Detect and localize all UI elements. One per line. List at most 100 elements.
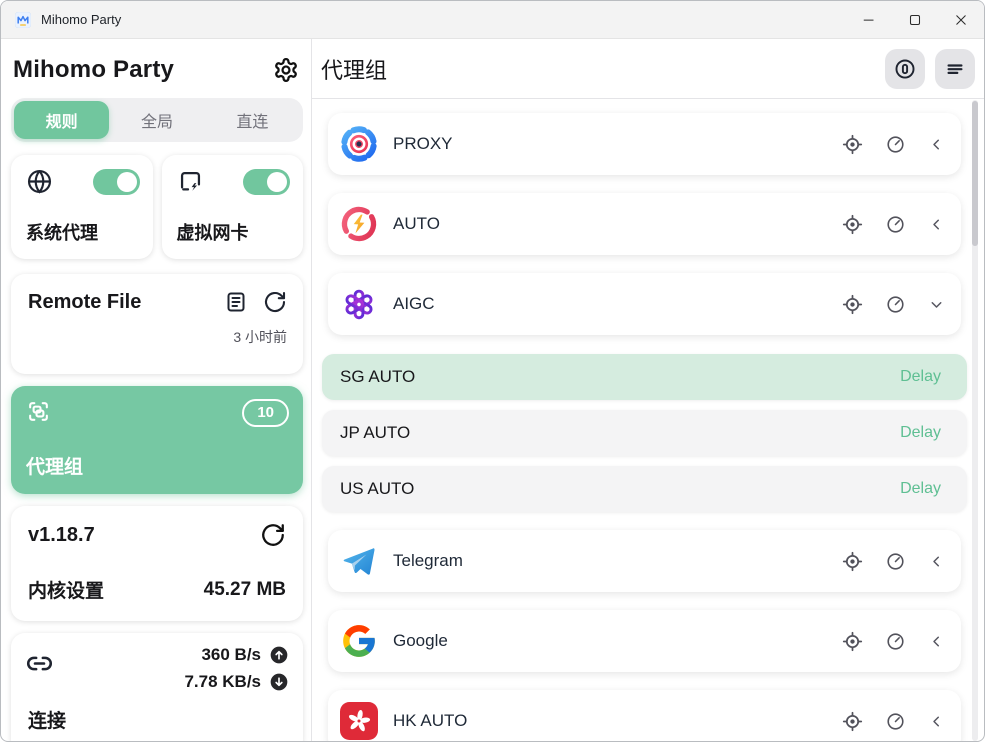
locate-icon[interactable]: [842, 294, 863, 315]
app-title: Mihomo Party: [13, 56, 174, 84]
tab-rule[interactable]: 规则: [14, 101, 109, 139]
delay-label[interactable]: Delay: [900, 368, 941, 386]
download-speed: 7.78 KB/s: [184, 672, 261, 692]
proxy-group-row-expanded[interactable]: AIGC: [328, 273, 961, 335]
locate-icon[interactable]: [842, 214, 863, 235]
proxy-group-row[interactable]: HK AUTO: [328, 690, 961, 741]
maximize-button[interactable]: [892, 1, 938, 39]
gauge-icon[interactable]: [886, 712, 905, 731]
app-window: Mihomo Party Mihomo Party: [0, 0, 985, 742]
link-icon: [26, 650, 53, 677]
locate-icon[interactable]: [842, 631, 863, 652]
scrollbar-thumb[interactable]: [972, 101, 978, 246]
gauge-icon[interactable]: [886, 135, 905, 154]
profile-name: Remote File: [28, 291, 224, 314]
proxy-group-row[interactable]: Telegram: [328, 530, 961, 592]
sidebar-header: Mihomo Party: [13, 55, 301, 85]
locate-icon[interactable]: [842, 711, 863, 732]
minimize-button[interactable]: [846, 1, 892, 39]
gauge-icon[interactable]: [886, 552, 905, 571]
group-name: AUTO: [393, 214, 842, 234]
upload-speed: 360 B/s: [201, 645, 261, 665]
chevron-left-icon[interactable]: [928, 553, 945, 570]
toggle-knob: [117, 172, 137, 192]
proxy-group-row[interactable]: AUTO: [328, 193, 961, 255]
gauge-icon[interactable]: [886, 295, 905, 314]
proxy-group-row[interactable]: Google: [328, 610, 961, 672]
group-name: PROXY: [393, 134, 842, 154]
chevron-left-icon[interactable]: [928, 216, 945, 233]
close-button[interactable]: [938, 1, 984, 39]
settings-button[interactable]: [271, 55, 301, 85]
list-lines-icon: [944, 58, 966, 80]
minimize-icon: [860, 11, 878, 29]
proxy-item[interactable]: US AUTO Delay: [322, 466, 967, 512]
chevron-left-icon[interactable]: [928, 136, 945, 153]
hide-zero-traffic-button[interactable]: [885, 49, 925, 89]
proxy-group-count-badge: 10: [242, 399, 289, 427]
group-name: Telegram: [393, 551, 842, 571]
delay-label[interactable]: Delay: [900, 424, 941, 442]
proxy-item[interactable]: JP AUTO Delay: [322, 410, 967, 456]
core-settings-card[interactable]: v1.18.7 内核设置 45.27 MB: [11, 506, 303, 621]
connections-card[interactable]: 360 B/s 7.78 KB/s: [11, 633, 303, 741]
telegram-logo: [340, 542, 378, 580]
tab-direct[interactable]: 直连: [205, 101, 300, 139]
list-style-button[interactable]: [935, 49, 975, 89]
tun-toggle[interactable]: [243, 169, 290, 195]
locate-icon[interactable]: [842, 551, 863, 572]
outbound-mode-tabs: 规则 全局 直连: [11, 98, 303, 142]
proxy-name: SG AUTO: [340, 367, 900, 387]
main-header: 代理组: [312, 39, 984, 99]
bolt-ring-logo: [340, 205, 378, 243]
tab-global[interactable]: 全局: [109, 101, 204, 139]
system-proxy-toggle[interactable]: [93, 169, 140, 195]
core-memory-usage: 45.27 MB: [204, 579, 286, 601]
tun-card[interactable]: 虚拟网卡: [162, 155, 304, 259]
system-proxy-card[interactable]: 系统代理: [11, 155, 153, 259]
sidebar: Mihomo Party 规则 全局 直连: [1, 39, 312, 741]
page-title: 代理组: [321, 53, 875, 85]
gauge-icon[interactable]: [886, 632, 905, 651]
aigc-proxy-list: SG AUTO Delay JP AUTO Delay US AUTO Dela…: [312, 354, 984, 512]
proxy-group-list: PROXY: [312, 100, 984, 741]
scrollbar[interactable]: [972, 100, 978, 741]
upload-arrow-icon: [269, 645, 289, 665]
mihomo-logo-icon: [15, 12, 31, 28]
proxy-name: JP AUTO: [340, 423, 900, 443]
tun-card-icon: [177, 168, 204, 195]
refresh-icon[interactable]: [263, 290, 287, 314]
refresh-icon[interactable]: [260, 522, 286, 548]
gauge-icon[interactable]: [886, 215, 905, 234]
core-settings-label: 内核设置: [28, 576, 104, 603]
toggle-knob: [267, 172, 287, 192]
proxy-group-row[interactable]: PROXY: [328, 113, 961, 175]
profile-updated-time: 3 小时前: [28, 327, 287, 347]
group-scan-icon: [26, 399, 51, 424]
close-icon: [952, 11, 970, 29]
system-proxy-label: 系统代理: [26, 219, 140, 245]
chevron-left-icon[interactable]: [928, 713, 945, 730]
chevron-left-icon[interactable]: [928, 633, 945, 650]
file-list-icon[interactable]: [224, 290, 248, 314]
gear-icon: [273, 57, 299, 83]
main-panel: 代理组: [312, 39, 984, 741]
toggle-cards-row: 系统代理 虚拟网卡: [11, 155, 303, 259]
locate-icon[interactable]: [842, 134, 863, 155]
maximize-icon: [906, 11, 924, 29]
group-name: Google: [393, 631, 842, 651]
window-title: Mihomo Party: [41, 12, 121, 27]
titlebar: Mihomo Party: [1, 1, 984, 39]
download-arrow-icon: [269, 672, 289, 692]
chevron-down-icon[interactable]: [928, 296, 945, 313]
google-logo: [340, 622, 378, 660]
proxy-name: US AUTO: [340, 479, 900, 499]
core-version: v1.18.7: [28, 524, 95, 547]
proxy-groups-label: 代理组: [26, 452, 289, 479]
sidebar-item-proxy-groups[interactable]: 10 代理组: [11, 386, 303, 494]
globe-icon: [26, 168, 53, 195]
proxy-item-selected[interactable]: SG AUTO Delay: [322, 354, 967, 400]
profile-card[interactable]: Remote File 3 小时前: [11, 274, 303, 374]
delay-label[interactable]: Delay: [900, 480, 941, 498]
openai-logo: [340, 285, 378, 323]
